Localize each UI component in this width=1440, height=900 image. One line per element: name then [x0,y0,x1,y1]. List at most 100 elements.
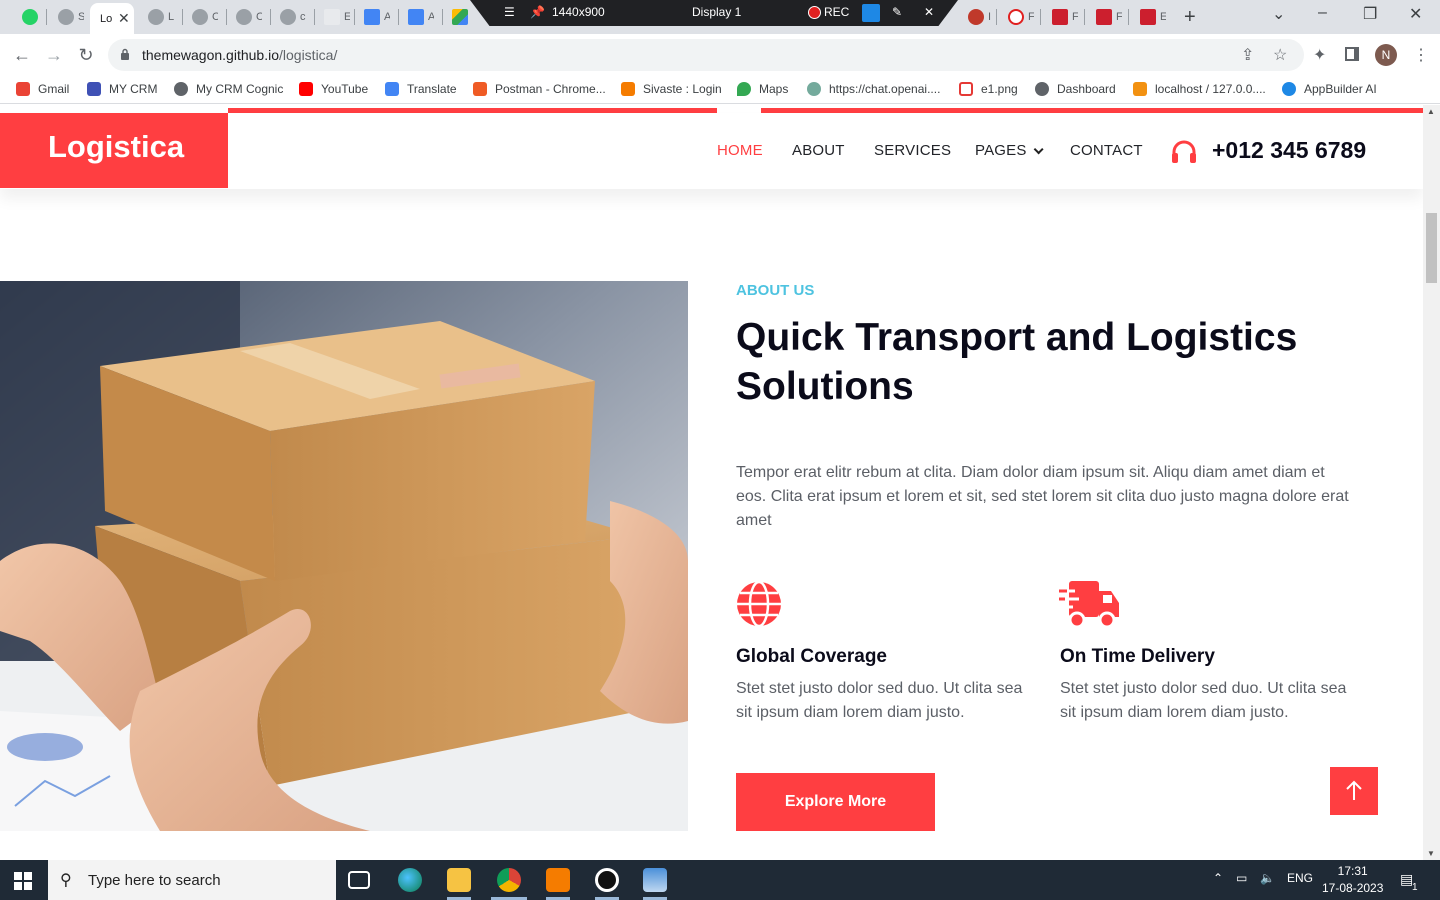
recorder-display[interactable]: Display 1 [692,5,741,19]
phone-number[interactable]: +012 345 6789 [1212,137,1366,164]
bookmark-gmail[interactable]: Gmail [16,82,69,96]
bookmark-sivaste[interactable]: Sivaste : Login [621,82,722,96]
tab-3[interactable]: C [184,4,224,30]
network-icon[interactable]: ▭ [1236,871,1247,885]
tab-9[interactable] [444,4,474,30]
bookmark-star-icon[interactable]: ☆ [1273,45,1287,65]
windows-start-icon[interactable] [14,872,32,890]
tab-right-3[interactable]: F [1088,4,1128,30]
scroll-up-arrow-icon[interactable]: ▲ [1427,107,1435,116]
tab-7[interactable]: A [356,4,396,30]
pencil-icon[interactable]: ✎ [892,5,902,19]
site-navbar: Logistica HOME ABOUT SERVICES PAGES CONT… [0,113,1423,189]
taskbar-clock[interactable]: 17:31 17-08-2023 [1322,863,1383,897]
bookmark-phpmyadmin[interactable]: localhost / 127.0.0.... [1133,82,1266,96]
tab-8[interactable]: A [400,4,440,30]
tab-right-4[interactable]: E [1132,4,1172,30]
recorder-rec-label[interactable]: REC [824,5,849,19]
tab-6[interactable]: E [316,4,352,30]
menu-icon[interactable]: ☰ [504,5,515,19]
task-view-icon[interactable] [348,871,370,889]
avatar-icon [968,9,984,25]
nav-home[interactable]: HOME [717,142,763,159]
chrome-icon[interactable] [497,868,521,892]
bookmark-my-crm-cognic[interactable]: My CRM Cognic [174,82,283,96]
back-button[interactable]: ← [11,44,33,66]
youtube-icon [299,82,313,96]
nav-services[interactable]: SERVICES [874,142,951,159]
tab-0[interactable]: S [50,4,86,30]
nav-pages-dropdown[interactable]: PAGES [975,142,1044,159]
close-tab-icon[interactable]: ✕ [118,10,130,27]
tab-5[interactable]: c [272,4,312,30]
edge-browser-icon[interactable] [398,868,422,892]
forward-button[interactable]: → [43,44,65,66]
nav-about[interactable]: ABOUT [792,142,845,159]
delivery-boxes-image [0,281,688,831]
extensions-icon[interactable]: ✦ [1313,45,1326,65]
address-bar[interactable]: themewagon.github.io/logistica/ ⇪ ☆ [108,39,1304,71]
chevron-up-icon[interactable]: ⌃ [1213,871,1223,885]
bookmark-maps[interactable]: Maps [737,82,788,96]
xampp-icon [621,82,635,96]
explore-more-button[interactable]: Explore More [736,773,935,831]
tab-label: A [428,11,434,23]
profile-avatar[interactable]: N [1375,44,1397,66]
tab-right-0[interactable]: I [960,4,996,30]
site-logo[interactable]: Logistica [0,113,228,188]
scroll-down-arrow-icon[interactable]: ▼ [1427,849,1435,858]
close-recorder-icon[interactable]: ✕ [924,5,934,19]
tab-label: Lo [100,12,112,25]
close-window-button[interactable]: ✕ [1409,4,1422,24]
new-tab-button[interactable]: + [1184,6,1196,29]
photos-icon[interactable] [643,868,667,892]
section-subtitle: ABOUT US [736,282,815,299]
mb-icon [1052,9,1068,25]
mb-icon [1140,9,1156,25]
reload-button[interactable]: ↻ [75,44,97,66]
minimize-button[interactable]: – [1318,4,1327,22]
share-icon[interactable]: ⇪ [1241,45,1254,65]
clock-date: 17-08-2023 [1322,881,1384,895]
file-explorer-icon[interactable] [447,868,471,892]
web-icon [192,9,208,25]
bookmark-translate[interactable]: Translate [385,82,457,96]
globe-small-icon [1035,82,1049,96]
screen-recorder-icon[interactable] [595,868,619,892]
google-docs-icon [364,9,380,25]
language-indicator[interactable]: ENG [1287,871,1313,885]
xampp-icon[interactable] [546,868,570,892]
bookmark-dashboard[interactable]: Dashboard [1035,82,1116,96]
capture-icon[interactable] [862,4,880,22]
url-text: themewagon.github.io/logistica/ [142,47,337,63]
web-icon [148,9,164,25]
tab-right-2[interactable]: F [1044,4,1084,30]
bookmark-postman[interactable]: Postman - Chrome... [473,82,606,96]
tab-label: C [212,11,218,23]
back-to-top-button[interactable] [1330,767,1378,815]
scrollbar-thumb[interactable] [1426,213,1437,283]
tab-search-icon[interactable]: ⌄ [1272,4,1285,24]
tab-label: c [300,11,306,23]
kebab-menu-icon[interactable]: ⋮ [1413,45,1429,65]
tab-2[interactable]: L [140,4,180,30]
volume-icon[interactable]: 🔈 [1260,871,1275,885]
side-panel-icon[interactable] [1345,47,1359,61]
bookmark-appbuilder[interactable]: AppBuilder AI [1282,82,1377,96]
tab-right-1[interactable]: F [1000,4,1040,30]
nav-contact[interactable]: CONTACT [1070,142,1143,159]
crm-icon [87,82,101,96]
tab-4[interactable]: C [228,4,268,30]
bookmark-label: YouTube [321,82,369,96]
page-scrollbar[interactable]: ▲ ▼ [1423,105,1440,860]
bookmark-e1png[interactable]: e1.png [959,82,1018,96]
feature-text-on-time-delivery: Stet stet justo dolor sed duo. Ut clita … [1060,680,1347,721]
restore-button[interactable]: ❐ [1363,4,1377,24]
bookmark-youtube[interactable]: YouTube [299,82,368,96]
tab-active[interactable]: Lo ✕ [90,3,134,34]
pin-icon[interactable]: 📌 [530,5,545,19]
bookmark-chatgpt[interactable]: https://chat.openai.... [807,82,940,96]
bookmark-my-crm[interactable]: MY CRM [87,82,157,96]
tab-whatsapp[interactable] [14,4,44,30]
taskbar-search-box[interactable]: ⚲ Type here to search [48,860,336,900]
